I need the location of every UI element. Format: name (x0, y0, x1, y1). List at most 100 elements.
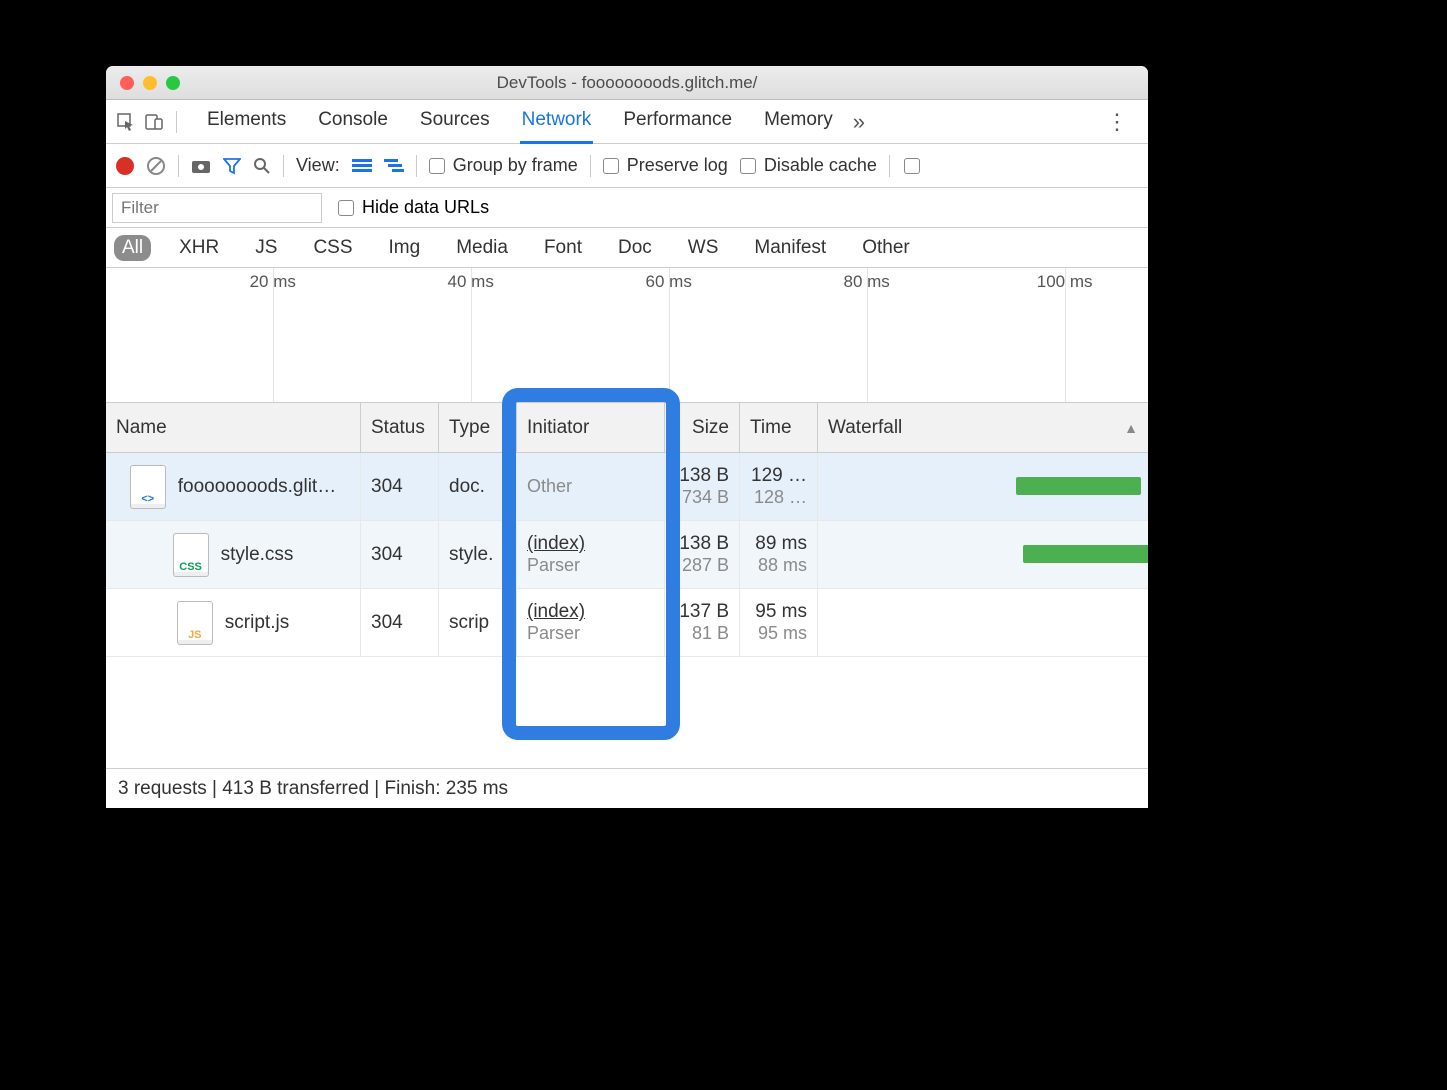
request-initiator-sub: Parser (527, 623, 654, 644)
request-initiator-link[interactable]: (index) (527, 533, 654, 555)
type-filter-manifest[interactable]: Manifest (746, 235, 834, 261)
type-filter-font[interactable]: Font (536, 235, 590, 261)
request-time-sub: 128 … (754, 487, 807, 508)
requests-table: Name Status Type Initiator Size Time Wat… (106, 403, 1148, 768)
record-button[interactable] (116, 157, 134, 175)
timeline-tick: 60 ms (646, 272, 692, 292)
type-filter-css[interactable]: CSS (305, 235, 360, 261)
separator (176, 111, 177, 133)
request-type: style. (449, 544, 506, 566)
col-header-type[interactable]: Type (439, 403, 517, 452)
waterfall-bar (1023, 545, 1148, 563)
separator (590, 155, 591, 177)
timeline-tick: 100 ms (1037, 272, 1093, 292)
tab-console[interactable]: Console (316, 100, 390, 144)
request-status: 304 (371, 544, 428, 566)
filter-bar: Hide data URLs (106, 188, 1148, 228)
type-filter-doc[interactable]: Doc (610, 235, 660, 261)
request-type: scrip (449, 612, 506, 634)
table-header-row: Name Status Type Initiator Size Time Wat… (106, 403, 1148, 453)
col-header-initiator[interactable]: Initiator (517, 403, 665, 452)
clear-icon[interactable] (146, 156, 166, 176)
request-size-sub: 81 B (692, 623, 729, 644)
col-header-name[interactable]: Name (106, 403, 361, 452)
request-size: 138 B (679, 465, 729, 487)
request-status: 304 (371, 612, 428, 634)
request-time-sub: 95 ms (758, 623, 807, 644)
large-rows-icon[interactable] (352, 158, 372, 174)
separator (416, 155, 417, 177)
panel-tabs: Elements Console Sources Network Perform… (205, 100, 835, 144)
request-initiator-sub: Parser (527, 555, 654, 576)
timeline-tick: 20 ms (250, 272, 296, 292)
device-toolbar-icon[interactable] (140, 108, 168, 136)
request-size-sub: 734 B (682, 487, 729, 508)
timeline-overview[interactable]: 20 ms 40 ms 60 ms 80 ms 100 ms (106, 268, 1148, 403)
request-name: foooooooods.glit… (178, 476, 336, 498)
group-by-frame-checkbox[interactable]: Group by frame (429, 155, 578, 176)
timeline-tick: 40 ms (448, 272, 494, 292)
type-filter-img[interactable]: Img (381, 235, 429, 261)
request-time: 129 … (751, 465, 807, 487)
devtools-window: DevTools - foooooooods.glitch.me/ Elemen… (106, 66, 1148, 808)
timeline-tick: 80 ms (844, 272, 890, 292)
waterfall-bar (1016, 477, 1141, 495)
css-file-icon: CSS (173, 533, 209, 577)
table-row[interactable]: CSS style.css 304 style. (index) Parser … (106, 521, 1148, 589)
inspect-element-icon[interactable] (112, 108, 140, 136)
type-filter-xhr[interactable]: XHR (171, 235, 227, 261)
separator (889, 155, 890, 177)
col-header-size[interactable]: Size (665, 403, 740, 452)
type-filter-all[interactable]: All (114, 235, 151, 261)
tab-performance[interactable]: Performance (621, 100, 734, 144)
view-label: View: (296, 155, 340, 176)
status-text: 3 requests | 413 B transferred | Finish:… (118, 778, 508, 800)
request-type: doc. (449, 476, 506, 498)
devtools-menu-button[interactable]: ⋮ (1106, 109, 1128, 135)
disable-cache-checkbox[interactable]: Disable cache (740, 155, 877, 176)
col-header-waterfall[interactable]: Waterfall ▲ (818, 403, 1148, 452)
panel-tabbar: Elements Console Sources Network Perform… (106, 100, 1148, 144)
table-row[interactable]: <> foooooooods.glit… 304 doc. Other 138 … (106, 453, 1148, 521)
type-filter-js[interactable]: JS (247, 235, 285, 261)
col-header-time[interactable]: Time (740, 403, 818, 452)
col-header-status[interactable]: Status (361, 403, 439, 452)
request-time-sub: 88 ms (758, 555, 807, 576)
request-time: 89 ms (755, 533, 807, 555)
sort-indicator-icon: ▲ (1124, 420, 1138, 436)
type-filter-other[interactable]: Other (854, 235, 918, 261)
network-toolbar: View: Group by frame Preserve log Disabl… (106, 144, 1148, 188)
type-filter-media[interactable]: Media (448, 235, 516, 261)
filter-icon[interactable] (223, 157, 241, 175)
offline-checkbox-partial[interactable] (904, 158, 920, 174)
resource-type-filters: All XHR JS CSS Img Media Font Doc WS Man… (106, 228, 1148, 268)
waterfall-view-icon[interactable] (384, 158, 404, 174)
tab-memory[interactable]: Memory (762, 100, 835, 144)
tab-network[interactable]: Network (520, 100, 594, 144)
request-status: 304 (371, 476, 428, 498)
document-file-icon: <> (130, 465, 166, 509)
table-row[interactable]: JS script.js 304 scrip (index) Parser 13… (106, 589, 1148, 657)
window-title: DevTools - foooooooods.glitch.me/ (106, 73, 1148, 93)
overflow-tabs-button[interactable]: » (853, 109, 865, 135)
request-name: style.css (221, 544, 294, 566)
window-titlebar: DevTools - foooooooods.glitch.me/ (106, 66, 1148, 100)
separator (178, 155, 179, 177)
filter-input[interactable] (112, 193, 322, 223)
hide-data-urls-checkbox[interactable]: Hide data URLs (338, 197, 489, 218)
separator (283, 155, 284, 177)
request-time: 95 ms (755, 601, 807, 623)
tab-sources[interactable]: Sources (418, 100, 492, 144)
request-name: script.js (225, 612, 289, 634)
status-bar: 3 requests | 413 B transferred | Finish:… (106, 768, 1148, 808)
request-size: 138 B (679, 533, 729, 555)
search-icon[interactable] (253, 157, 271, 175)
capture-screenshot-icon[interactable] (191, 158, 211, 174)
js-file-icon: JS (177, 601, 213, 645)
preserve-log-checkbox[interactable]: Preserve log (603, 155, 728, 176)
type-filter-ws[interactable]: WS (680, 235, 727, 261)
request-initiator: Other (527, 476, 654, 497)
tab-elements[interactable]: Elements (205, 100, 288, 144)
request-initiator-link[interactable]: (index) (527, 601, 654, 623)
request-size-sub: 287 B (682, 555, 729, 576)
